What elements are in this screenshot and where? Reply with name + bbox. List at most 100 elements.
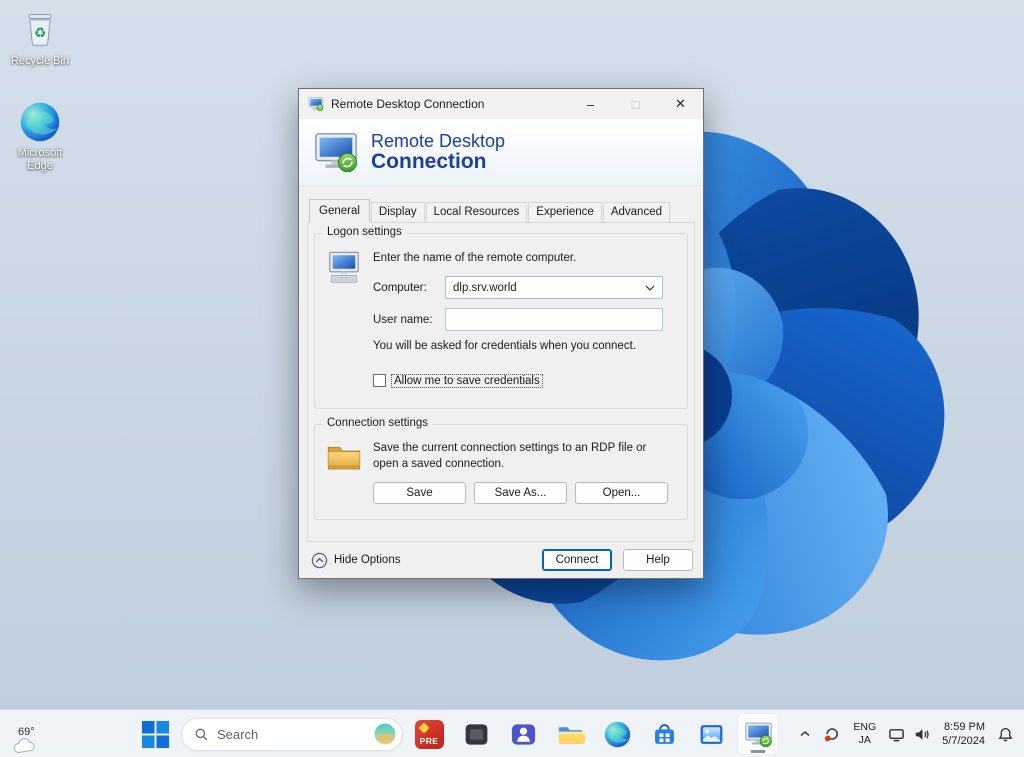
tray-date: 5/7/2024 (942, 735, 985, 747)
pre-app-icon: PRE (414, 719, 444, 749)
brand-line2: Connection (371, 150, 487, 174)
desktop-icon-recycle-bin[interactable]: ♻ Recycle Bin (4, 8, 76, 68)
file-explorer-icon (558, 726, 585, 744)
username-label: User name: (373, 313, 433, 326)
remote-desktop-connection-window: Remote Desktop Connection – □ ✕ Remote D… (298, 88, 704, 579)
remote-desktop-icon (744, 720, 773, 749)
taskbar-app-gallery[interactable] (690, 713, 732, 755)
tray-chevron-button[interactable] (793, 714, 817, 754)
window-title: Remote Desktop Connection (331, 97, 485, 111)
help-button[interactable]: Help (623, 549, 693, 571)
teams-icon (511, 723, 535, 745)
folder-icon (326, 441, 362, 473)
computer-icon (326, 250, 362, 286)
connect-button[interactable]: Connect (542, 549, 612, 571)
pre-spark (417, 721, 430, 734)
taskbar-app-edge[interactable] (596, 713, 638, 755)
connection-settings-group: Connection settings Save the current con… (314, 417, 688, 520)
search-box[interactable] (181, 717, 403, 751)
tab-display[interactable]: Display (370, 202, 425, 223)
computer-value: dlp.srv.world (453, 281, 517, 294)
edge-icon (603, 720, 632, 749)
tray-time: 8:59 PM (944, 720, 985, 733)
window-controls: – □ ✕ (568, 89, 703, 119)
chevron-down-icon[interactable] (642, 285, 658, 291)
volume-icon (916, 728, 929, 740)
notification-bell-button[interactable] (991, 714, 1020, 754)
taskbar-app-file-explorer[interactable] (549, 713, 591, 755)
bell-icon (998, 727, 1013, 741)
system-tray: ENG JA 8:59 PM 5/7/2024 (793, 710, 1020, 757)
computer-combobox[interactable]: dlp.srv.world (445, 276, 663, 299)
computer-label: Computer: (373, 281, 427, 294)
taskbar-app-pre[interactable]: PRE (408, 713, 450, 755)
search-highlight-icon[interactable] (373, 722, 397, 746)
cloud-icon (13, 738, 35, 754)
rdp-window-icon (308, 96, 324, 112)
gallery-app-icon (700, 724, 722, 744)
desktop-icon-label: Microsoft Edge (17, 147, 63, 173)
start-button[interactable] (134, 713, 176, 755)
weather-widget[interactable]: 69° (12, 727, 38, 754)
microsoft-store-icon (654, 723, 674, 744)
sync-icon (825, 728, 839, 742)
save-as-button[interactable]: Save As... (474, 482, 567, 505)
hide-options-button[interactable]: Hide Options (311, 552, 400, 569)
taskbar-center: PRE (134, 713, 779, 755)
desktop: ♻ Recycle Bin Microsoft Edge Remote Desk… (0, 0, 1024, 757)
rdp-logo-icon (313, 129, 359, 175)
open-button[interactable]: Open... (575, 482, 668, 505)
taskbar: 69° Search PRE ENG JA 8:59 PM 5/7/2024 (0, 709, 1024, 757)
search-icon (195, 728, 208, 740)
chevron-up-circle-icon (311, 552, 328, 568)
search-input[interactable] (217, 726, 365, 742)
credentials-note: You will be asked for credentials when y… (373, 340, 636, 352)
network-icon (889, 728, 904, 741)
logon-settings-group: Logon settings Enter the name of the rem… (314, 226, 688, 409)
taskbar-app-dark[interactable] (455, 713, 497, 755)
titlebar[interactable]: Remote Desktop Connection – □ ✕ (299, 89, 703, 119)
rdp-branding: Remote Desktop Connection (371, 131, 505, 173)
connection-description: Save the current connection settings to … (373, 442, 647, 470)
taskbar-app-microsoft-store[interactable] (643, 713, 685, 755)
edge-icon (18, 100, 62, 144)
save-credentials-checkbox[interactable]: Allow me to save credentials (373, 373, 663, 388)
weather-temperature: 69° (18, 726, 35, 738)
rdp-banner: Remote Desktop Connection (299, 119, 703, 186)
recycle-glyph: ♻ (34, 25, 46, 40)
hardware-indicators[interactable] (882, 714, 936, 754)
connection-settings-title: Connection settings (323, 417, 433, 429)
taskbar-app-teams[interactable] (502, 713, 544, 755)
chevron-up-icon (800, 731, 810, 737)
desktop-icon-microsoft-edge[interactable]: Microsoft Edge (4, 100, 76, 173)
close-button[interactable]: ✕ (658, 89, 703, 119)
clock[interactable]: 8:59 PM 5/7/2024 (936, 714, 991, 754)
checkbox-box[interactable] (373, 374, 386, 387)
hide-options-label: Hide Options (334, 554, 401, 566)
tab-strip: General Display Local Resources Experien… (309, 199, 695, 223)
dark-app-icon (465, 723, 487, 745)
username-input[interactable] (445, 308, 663, 331)
tab-advanced[interactable]: Advanced (602, 202, 670, 223)
update-status-button[interactable] (817, 714, 847, 754)
taskbar-app-remote-desktop[interactable] (737, 713, 779, 755)
desktop-icon-label: Recycle Bin (10, 55, 70, 67)
checkbox-label[interactable]: Allow me to save credentials (391, 373, 543, 388)
recycle-bin-icon: ♻ (28, 13, 52, 46)
windows-logo-icon (141, 720, 169, 748)
logon-instruction: Enter the name of the remote computer. (373, 252, 577, 264)
language-indicator[interactable]: ENG JA (847, 714, 882, 754)
logon-settings-title: Logon settings (323, 226, 406, 238)
tab-experience[interactable]: Experience (528, 202, 602, 223)
red-badge (825, 735, 831, 742)
minimize-button[interactable]: – (568, 89, 613, 119)
maximize-button: □ (631, 96, 640, 112)
language-top: ENG (853, 720, 877, 733)
tab-general[interactable]: General (309, 199, 370, 223)
save-button[interactable]: Save (373, 482, 466, 505)
brand-line1: Remote Desktop (371, 131, 506, 152)
general-tab-panel: Logon settings Enter the name of the rem… (307, 222, 695, 542)
dialog-footer: Hide Options Connect Help (299, 542, 703, 578)
running-indicator (750, 750, 766, 753)
tab-local-resources[interactable]: Local Resources (425, 202, 528, 223)
